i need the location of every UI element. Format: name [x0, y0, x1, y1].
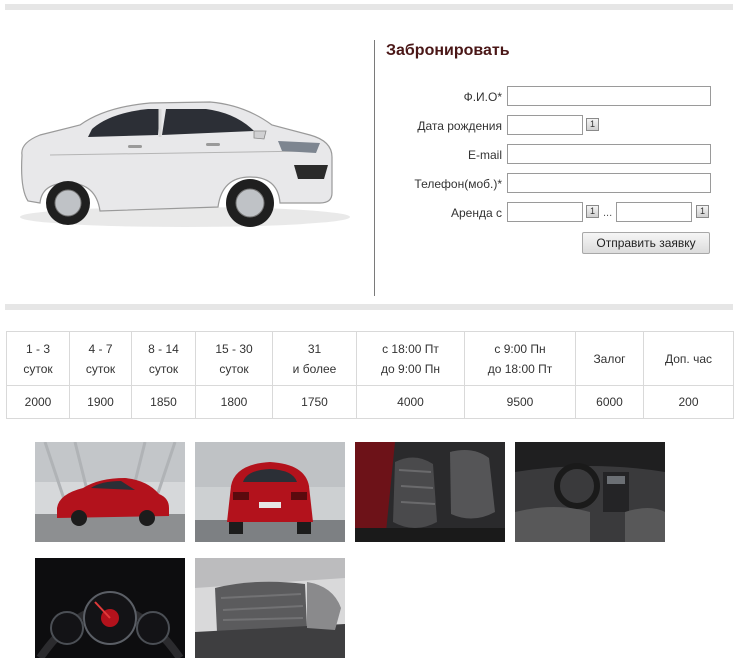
price-value-row: 2000 1900 1850 1800 1750 4000 9500 6000 … [6, 385, 734, 419]
rent-from-input[interactable] [507, 202, 583, 222]
birth-date-label: Дата рождения [417, 119, 502, 133]
price-cell: 4000 [356, 385, 465, 419]
gallery-thumb-front-seats[interactable] [355, 442, 505, 542]
price-cell: 1900 [69, 385, 132, 419]
submit-request-button[interactable]: Отправить заявку [582, 232, 710, 254]
gallery-thumb-dashboard[interactable] [515, 442, 665, 542]
fio-label: Ф.И.О* [463, 90, 502, 104]
gallery-thumb-car-front[interactable] [35, 442, 185, 542]
birth-date-calendar-icon[interactable]: 1 [586, 118, 599, 131]
gallery-thumb-instrument-cluster[interactable] [35, 558, 185, 658]
price-header-cell: с 9:00 Пн до 18:00 Пт [464, 331, 576, 386]
email-label: E-mail [467, 148, 502, 162]
price-header-cell: Доп. час [643, 331, 734, 386]
rent-to-calendar-icon[interactable]: 1 [696, 205, 709, 218]
price-cell: 1850 [131, 385, 196, 419]
price-header-cell: 4 - 7 суток [69, 331, 132, 386]
form-divider [374, 40, 375, 296]
gallery-thumb-rear-seats[interactable] [195, 558, 345, 658]
date-range-separator: ... [603, 207, 613, 219]
price-header-cell: 8 - 14 суток [131, 331, 196, 386]
price-table: 1 - 3 суток 4 - 7 суток 8 - 14 суток 15 - 3… [6, 331, 734, 419]
price-header-cell: 31 и более [272, 331, 357, 386]
phone-input[interactable] [507, 173, 711, 193]
email-input[interactable] [507, 144, 711, 164]
price-cell: 200 [643, 385, 734, 419]
rent-from-calendar-icon[interactable]: 1 [586, 205, 599, 218]
price-cell: 9500 [464, 385, 576, 419]
birth-date-input[interactable] [507, 115, 583, 135]
rent-to-input[interactable] [616, 202, 692, 222]
price-cell: 1750 [272, 385, 357, 419]
car-image [10, 85, 350, 235]
top-divider-bar [5, 4, 733, 10]
phone-label: Телефон(моб.)* [414, 177, 502, 191]
price-header-cell: с 18:00 Пт до 9:00 Пн [356, 331, 465, 386]
price-header-cell: 1 - 3 суток [6, 331, 70, 386]
price-cell: 2000 [6, 385, 70, 419]
price-header-row: 1 - 3 суток 4 - 7 суток 8 - 14 суток 15 - 3… [6, 331, 734, 386]
gallery-thumb-car-rear[interactable] [195, 442, 345, 542]
fio-input[interactable] [507, 86, 711, 106]
middle-divider-bar [5, 304, 733, 310]
price-header-cell: 15 - 30 суток [195, 331, 273, 386]
price-cell: 6000 [575, 385, 644, 419]
rent-from-label: Аренда с [451, 206, 502, 220]
booking-form-title: Забронировать [386, 42, 510, 59]
price-cell: 1800 [195, 385, 273, 419]
price-header-cell: Залог [575, 331, 644, 386]
